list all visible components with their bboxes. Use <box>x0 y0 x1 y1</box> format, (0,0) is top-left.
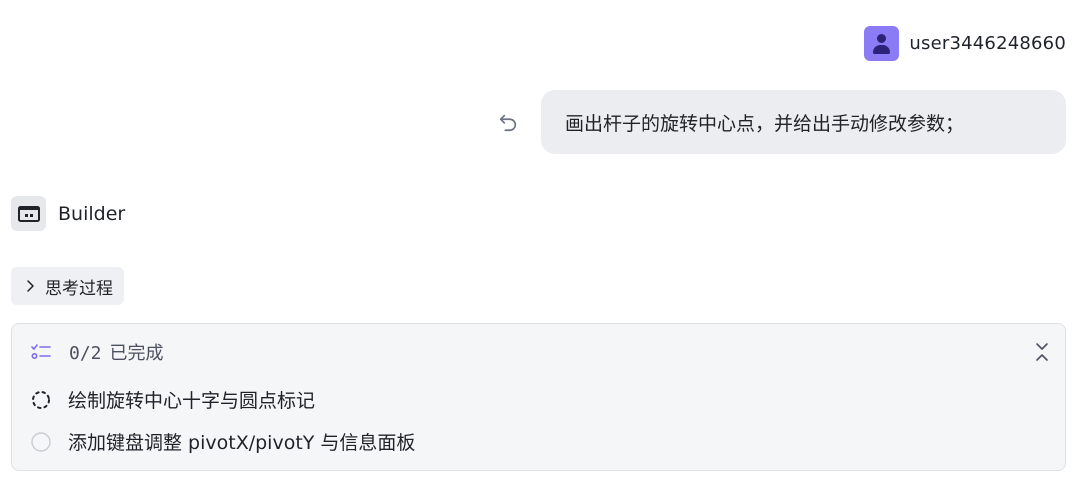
collapse-icon[interactable] <box>1033 341 1051 363</box>
task-progress: 0/2 已完成 <box>69 339 164 365</box>
builder-icon <box>11 196 46 231</box>
task-label: 添加键盘调整 pivotX/pivotY 与信息面板 <box>68 432 416 454</box>
task-item: 添加键盘调整 pivotX/pivotY 与信息面板 <box>30 428 415 455</box>
task-count: 0/2 <box>69 343 102 364</box>
undo-icon[interactable] <box>497 111 519 133</box>
task-status: 已完成 <box>109 343 164 364</box>
username: user3446248660 <box>909 33 1066 54</box>
avatar-body <box>873 45 891 54</box>
in-progress-icon <box>32 390 50 409</box>
task-label: 绘制旋转中心十字与圆点标记 <box>68 390 316 412</box>
avatar-head <box>877 34 887 43</box>
user-avatar <box>864 26 900 61</box>
task-panel: 0/2 已完成 绘制旋转中心十字与圆点标记 添加键盘调整 pivotX/pivot… <box>11 323 1066 471</box>
user-message-row: 画出杆子的旋转中心点，并给出手动修改参数； <box>497 90 1066 154</box>
assistant-header: Builder <box>11 196 125 231</box>
assistant-name: Builder <box>58 202 126 225</box>
thinking-toggle[interactable]: 思考过程 <box>11 267 124 305</box>
user-message-text: 画出杆子的旋转中心点，并给出手动修改参数； <box>565 112 965 135</box>
task-list-icon <box>31 344 51 360</box>
user-message-bubble: 画出杆子的旋转中心点，并给出手动修改参数； <box>541 90 1066 154</box>
pending-circle-icon <box>31 431 51 452</box>
task-panel-header: 0/2 已完成 <box>30 338 1051 366</box>
user-header: user3446248660 <box>864 26 1066 61</box>
task-item: 绘制旋转中心十字与圆点标记 <box>30 386 315 413</box>
chevron-right-icon <box>27 280 34 292</box>
thinking-label: 思考过程 <box>45 278 113 299</box>
